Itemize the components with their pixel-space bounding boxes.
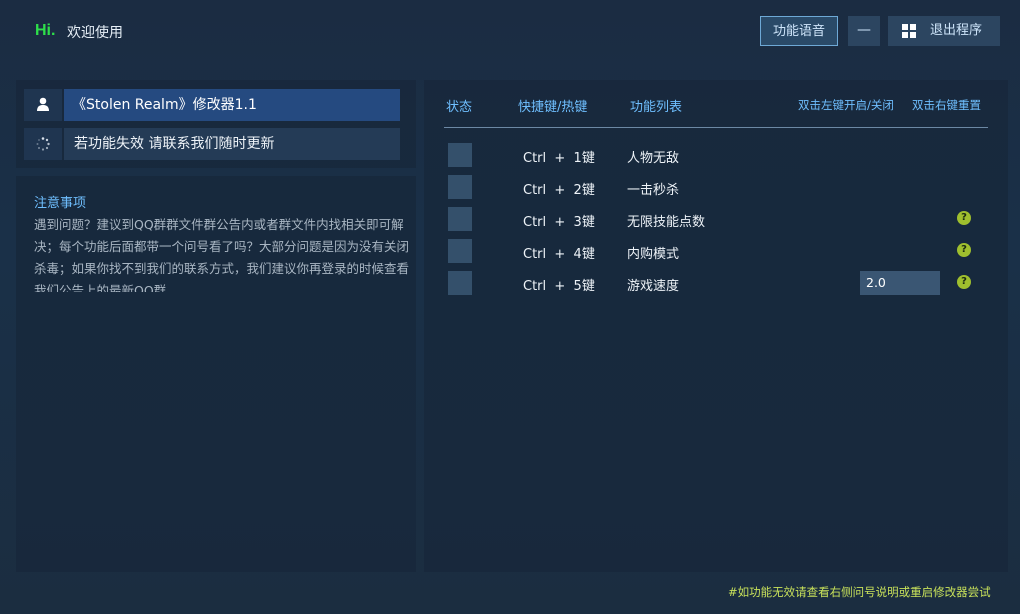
help-question-icon[interactable]: ? (957, 211, 971, 225)
help-question-icon[interactable]: ? (957, 275, 971, 289)
feature-name: 无限技能点数 (627, 215, 706, 230)
header-hotkey: 快捷键/热键 (518, 100, 588, 115)
header-reset-hint: 双击右键重置 (912, 98, 981, 112)
feature-name: 游戏速度 (627, 279, 680, 294)
feature-name: 一击秒杀 (627, 183, 680, 198)
windows-icon (902, 24, 916, 38)
feature-status-checkbox[interactable] (448, 143, 472, 167)
feature-row[interactable]: Ctrl + 3键 无限技能点数 ? (424, 207, 1008, 233)
feature-hotkey: Ctrl + 5键 (523, 279, 595, 294)
feature-status-checkbox[interactable] (448, 271, 472, 295)
feature-row[interactable]: Ctrl + 4键 内购模式 ? (424, 239, 1008, 265)
minimize-button[interactable]: — (848, 16, 880, 46)
feature-hotkey: Ctrl + 1键 (523, 151, 595, 166)
feature-name: 人物无敌 (627, 151, 680, 166)
game-title: 《Stolen Realm》修改器1.1 (64, 89, 400, 121)
game-title-row: 《Stolen Realm》修改器1.1 (24, 89, 400, 121)
notice-title: 注意事项 (34, 196, 87, 211)
title-bar: Hi. 欢迎使用 功能语音 — 退出程序 (0, 0, 1020, 62)
user-icon (24, 89, 62, 121)
feature-status-checkbox[interactable] (448, 239, 472, 263)
feature-row[interactable]: Ctrl + 2键 一击秒杀 (424, 175, 1008, 201)
feature-hotkey: Ctrl + 3键 (523, 215, 595, 230)
header-toggle-hint: 双击左键开启/关闭 (798, 98, 894, 112)
exit-button-label: 退出程序 (930, 23, 983, 38)
notice-body: 遇到问题？建议到QQ群群文件群公告内或者群文件内找相关即可解决；每个功能后面都带… (34, 217, 410, 292)
game-info-panel: 《Stolen Realm》修改器1.1 若功能失效 请联系我们随时更新 (16, 80, 416, 168)
feature-hotkey: Ctrl + 4键 (523, 247, 595, 262)
footer-hint: #如功能无效请查看右侧问号说明或重启修改器尝试 (728, 585, 991, 599)
feature-name: 内购模式 (627, 247, 680, 262)
game-speed-input[interactable]: 2.0 (860, 271, 940, 295)
welcome-text: 欢迎使用 (67, 25, 123, 41)
notice-panel: 注意事项 遇到问题？建议到QQ群群文件群公告内或者群文件内找相关即可解决；每个功… (16, 176, 416, 572)
feature-hotkey: Ctrl + 2键 (523, 183, 595, 198)
header-status: 状态 (446, 100, 473, 115)
loading-spinner-icon (24, 128, 62, 160)
help-question-icon[interactable]: ? (957, 243, 971, 257)
feature-status-checkbox[interactable] (448, 207, 472, 231)
header-divider (444, 127, 988, 128)
feature-row[interactable]: Ctrl + 5键 游戏速度 2.0 ? (424, 271, 1008, 297)
feature-panel: 状态 快捷键/热键 功能列表 双击左键开启/关闭 双击右键重置 Ctrl + 1… (424, 80, 1008, 572)
voice-button[interactable]: 功能语音 (760, 16, 838, 46)
feature-status-checkbox[interactable] (448, 175, 472, 199)
feature-row[interactable]: Ctrl + 1键 人物无敌 (424, 143, 1008, 169)
exit-button[interactable]: 退出程序 (888, 16, 1000, 46)
header-feature: 功能列表 (630, 100, 683, 115)
hi-logo: Hi. (35, 22, 56, 39)
update-status-text: 若功能失效 请联系我们随时更新 (64, 128, 400, 160)
update-status-row: 若功能失效 请联系我们随时更新 (24, 128, 400, 160)
